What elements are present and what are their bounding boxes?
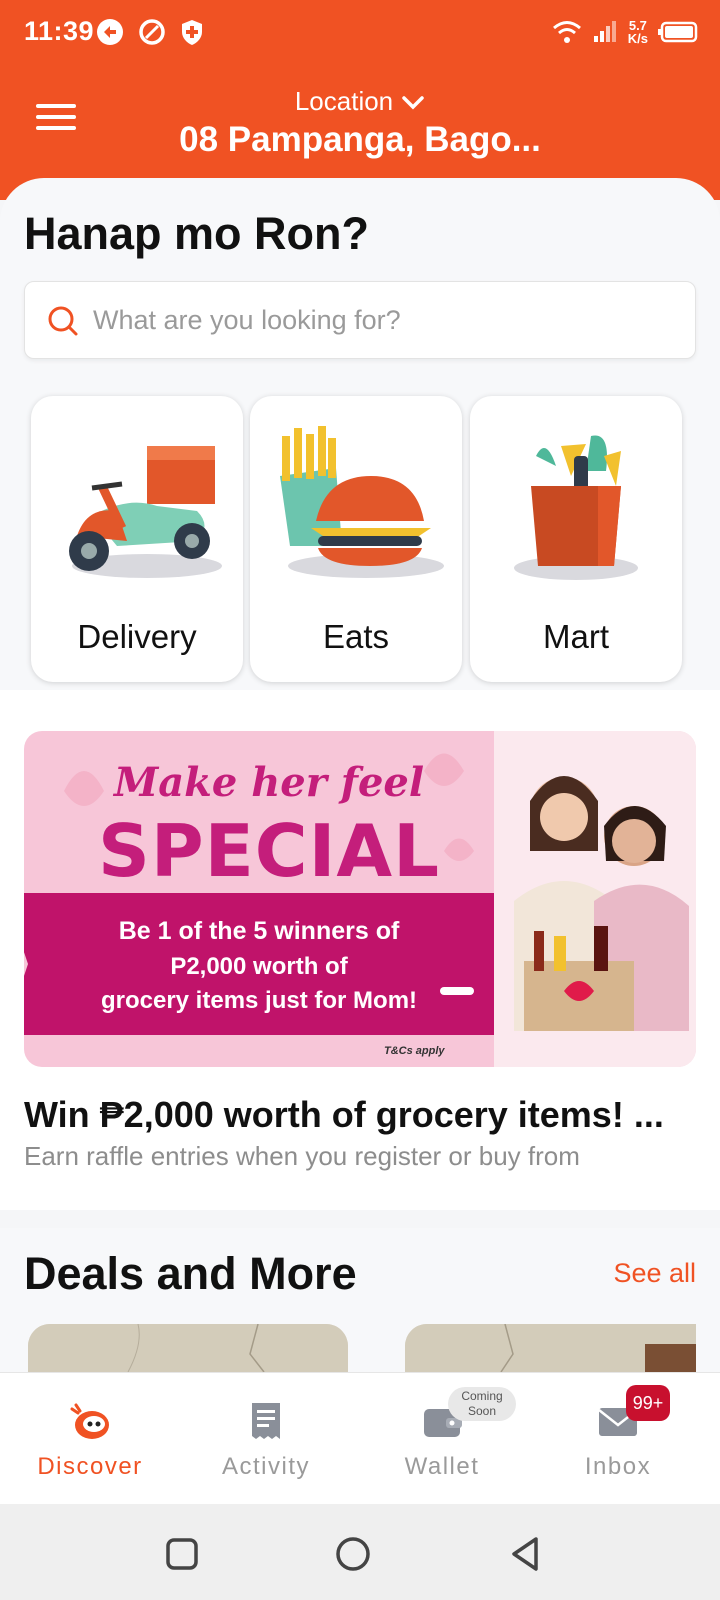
promo-title[interactable]: Win ₱2,000 worth of grocery items! ... (24, 1094, 664, 1136)
nav-label-discover: Discover (37, 1453, 143, 1480)
status-bar: 11:39 5.7 K/s (0, 0, 720, 64)
banner-photo (494, 731, 696, 1067)
data-saver-icon (139, 19, 165, 45)
nav-wallet[interactable]: Coming Soon Wallet (352, 1373, 532, 1505)
deal-image (405, 1324, 696, 1372)
promo-subtitle: Earn raffle entries when you register or… (24, 1141, 580, 1182)
service-label-delivery: Delivery (77, 618, 197, 655)
page-title: Hanap mo Ron? (24, 208, 369, 259)
receipt-icon (252, 1403, 280, 1439)
back-icon[interactable] (506, 1534, 546, 1574)
status-time: 11:39 (24, 16, 95, 46)
see-all-link[interactable]: See all (613, 1258, 696, 1289)
banner-line-2: P2,000 worth of (170, 953, 348, 980)
location-selector[interactable]: Location (0, 86, 720, 117)
carousel-indicator (440, 987, 474, 995)
service-label-eats: Eats (322, 618, 390, 655)
nav-discover[interactable]: Discover (0, 1373, 180, 1505)
service-label-mart: Mart (543, 618, 609, 655)
wifi-icon (552, 21, 581, 43)
banner-line-1: Be 1 of the 5 winners of (118, 917, 400, 945)
home-icon[interactable] (333, 1534, 373, 1574)
recent-apps-icon[interactable] (162, 1534, 202, 1574)
speed-unit: K/s (627, 31, 648, 46)
service-card-delivery[interactable]: Delivery (31, 396, 243, 682)
status-right: 5.7 K/s (552, 16, 698, 48)
coming-soon-badge: Coming Soon (448, 1387, 516, 1421)
shield-icon (182, 20, 202, 45)
sync-icon (97, 19, 123, 45)
search-icon (48, 306, 78, 336)
network-speed: 5.7 K/s (628, 19, 648, 45)
banner-headline: SPECIAL (97, 809, 441, 893)
promo-banner[interactable]: Make her feel SPECIAL Be 1 of the 5 winn… (24, 731, 696, 1067)
signal-icon (593, 21, 616, 42)
nav-label-inbox: Inbox (584, 1453, 652, 1480)
app-header: 11:39 5.7 K/s Location 08 Pampanga, Bago… (0, 0, 720, 200)
banner-ribbon: Be 1 of the 5 winners of P2,000 worth of… (24, 893, 494, 1035)
mother-daughter-photo-icon (494, 731, 696, 1067)
deal-card[interactable] (405, 1324, 696, 1372)
search-input[interactable] (93, 296, 673, 344)
location-value[interactable]: 08 Pampanga, Bago... (0, 120, 720, 160)
grocery-bag-icon (514, 435, 638, 580)
inbox-count-badge: 99+ (626, 1385, 670, 1421)
banner-line-3: grocery items just for Mom! (100, 987, 418, 1014)
deals-title: Deals and More (24, 1248, 357, 1299)
nav-inbox[interactable]: 99+ Inbox (528, 1373, 708, 1505)
service-card-mart[interactable]: Mart (470, 396, 682, 682)
deal-card[interactable] (28, 1324, 348, 1372)
location-label: Location (294, 86, 394, 116)
discover-icon (70, 1403, 109, 1439)
banner-terms: T&Cs apply (384, 1045, 445, 1057)
search-box[interactable] (24, 281, 696, 359)
banner-script-text: Make her feel (113, 759, 425, 806)
deal-image (28, 1324, 348, 1372)
nav-label-wallet: Wallet (404, 1453, 480, 1480)
nav-label-activity: Activity (221, 1453, 310, 1480)
bottom-nav: Discover Activity Coming Soon Wallet 99+… (0, 1372, 720, 1504)
system-nav-bar (0, 1504, 720, 1600)
nav-activity[interactable]: Activity (176, 1373, 356, 1505)
scooter-icon (69, 446, 222, 578)
chevron-down-icon (402, 96, 424, 110)
burger-fries-icon (280, 426, 444, 578)
battery-icon (658, 21, 698, 43)
service-card-eats[interactable]: Eats (250, 396, 462, 682)
